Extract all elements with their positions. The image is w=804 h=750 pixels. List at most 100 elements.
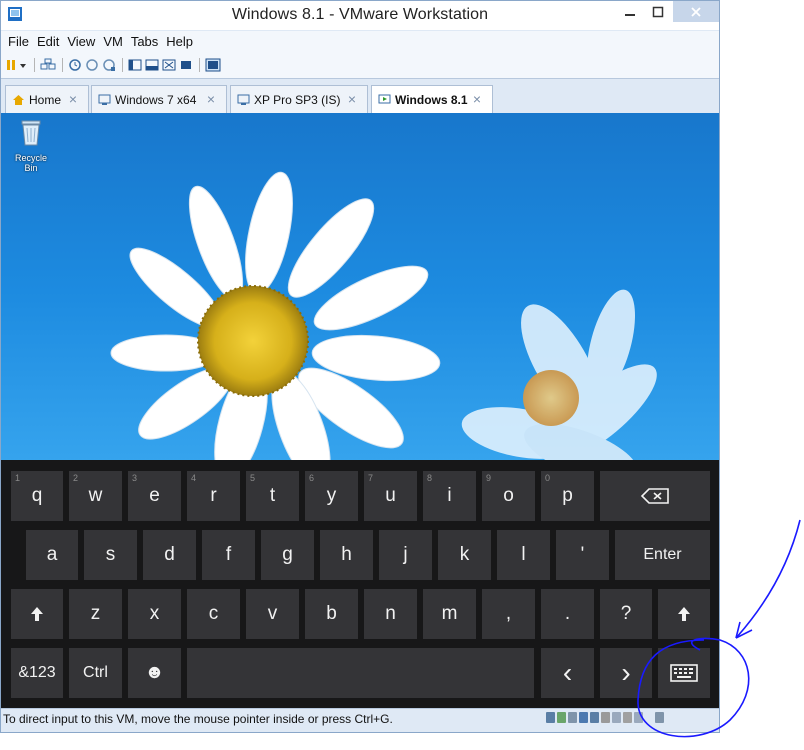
key-number-hint: 4	[191, 473, 197, 483]
enter-key[interactable]: Enter	[615, 530, 710, 580]
key-z[interactable]: z	[69, 589, 122, 639]
tab-label: Windows 8.1	[395, 92, 468, 107]
annotation-arrowhead	[735, 621, 753, 639]
menu-help[interactable]: Help	[166, 34, 193, 49]
tab-close-icon[interactable]: ×	[66, 92, 80, 106]
key-l[interactable]: l	[497, 530, 550, 580]
key-j[interactable]: j	[379, 530, 432, 580]
minimize-button[interactable]	[617, 1, 643, 22]
console-view-button[interactable]	[205, 56, 221, 74]
key-s[interactable]: s	[84, 530, 137, 580]
send-ctrl-alt-del-button[interactable]	[40, 56, 56, 74]
console-icon[interactable]	[655, 712, 664, 723]
keyboard-layout-key[interactable]	[658, 648, 710, 698]
recycle-bin[interactable]: Recycle Bin	[9, 117, 53, 173]
menu-tabs[interactable]: Tabs	[131, 34, 158, 49]
key-label: k	[459, 544, 470, 565]
key-p[interactable]: 0p	[541, 471, 594, 521]
key-b[interactable]: b	[305, 589, 358, 639]
key-number-hint: 0	[545, 473, 551, 483]
space-key[interactable]	[187, 648, 534, 698]
menu-file[interactable]: File	[8, 34, 29, 49]
key-period[interactable]: .	[541, 589, 594, 639]
key-label: Enter	[643, 546, 682, 563]
key-v[interactable]: v	[246, 589, 299, 639]
hard-disk-icon[interactable]	[546, 712, 555, 723]
key-number-hint: 7	[368, 473, 374, 483]
tab-windows-7-x64[interactable]: Windows 7 x64 ×	[91, 85, 227, 113]
usb-icon[interactable]	[590, 712, 599, 723]
thumbnail-bar-button[interactable]	[145, 56, 159, 74]
revert-snapshot-button[interactable]	[85, 56, 99, 74]
key-x[interactable]: x	[128, 589, 181, 639]
key-w[interactable]: 2w	[69, 471, 122, 521]
shift-arrow-icon	[678, 607, 690, 621]
key-g[interactable]: g	[261, 530, 314, 580]
snapshot-button[interactable]	[68, 56, 82, 74]
unity-button[interactable]	[179, 56, 193, 74]
show-library-button[interactable]	[128, 56, 142, 74]
menu-edit[interactable]: Edit	[37, 34, 59, 49]
key-a[interactable]: a	[26, 530, 78, 580]
key-label: y	[326, 485, 337, 506]
right-arrow-key[interactable]: ›	[600, 648, 652, 698]
tab-windows-8-1[interactable]: Windows 8.1 ×	[371, 85, 493, 113]
emoji-key[interactable]: ☻	[128, 648, 181, 698]
key-o[interactable]: 9o	[482, 471, 535, 521]
tab-home[interactable]: Home ×	[5, 85, 89, 113]
network-adapter-icon[interactable]	[579, 712, 588, 723]
menu-vm[interactable]: VM	[103, 34, 123, 49]
key-h[interactable]: h	[320, 530, 373, 580]
power-button[interactable]	[6, 56, 28, 74]
floppy-icon[interactable]	[568, 712, 577, 723]
key-label: z	[90, 603, 101, 624]
key-e[interactable]: 3e	[128, 471, 181, 521]
printer-icon[interactable]	[612, 712, 621, 723]
shift-right-key[interactable]	[658, 589, 710, 639]
key-number-hint: 3	[132, 473, 138, 483]
tab-xp-pro-sp3[interactable]: XP Pro SP3 (IS) ×	[230, 85, 368, 113]
menu-view[interactable]: View	[67, 34, 95, 49]
numbers-symbols-key[interactable]: &123	[11, 648, 63, 698]
snapshot-manager-button[interactable]	[102, 56, 116, 74]
message-log-icon[interactable]	[634, 712, 643, 723]
close-button[interactable]	[673, 1, 719, 22]
key-y[interactable]: 6y	[305, 471, 358, 521]
key-label: ,	[505, 603, 512, 624]
key-q[interactable]: 1q	[11, 471, 63, 521]
key-t[interactable]: 5t	[246, 471, 299, 521]
home-icon	[12, 93, 25, 106]
key-question[interactable]: ?	[600, 589, 652, 639]
full-screen-button[interactable]	[162, 56, 176, 74]
shift-left-key[interactable]	[11, 589, 63, 639]
key-i[interactable]: 8i	[423, 471, 476, 521]
key-k[interactable]: k	[438, 530, 491, 580]
key-label: x	[149, 603, 160, 624]
key-c[interactable]: c	[187, 589, 240, 639]
sound-icon[interactable]	[601, 712, 610, 723]
key-u[interactable]: 7u	[364, 471, 417, 521]
key-comma[interactable]: ,	[482, 589, 535, 639]
key-r[interactable]: 4r	[187, 471, 240, 521]
tab-close-icon[interactable]: ×	[345, 92, 359, 106]
key-d[interactable]: d	[143, 530, 196, 580]
backspace-key[interactable]	[600, 471, 710, 521]
recycle-bin-icon	[21, 120, 41, 146]
cd-dvd-icon[interactable]	[557, 712, 566, 723]
key-m[interactable]: m	[423, 589, 476, 639]
key-label: q	[31, 485, 43, 506]
tab-close-icon[interactable]: ×	[204, 92, 218, 106]
library-icon	[128, 59, 142, 70]
tab-close-icon[interactable]: ×	[470, 92, 484, 106]
left-arrow-icon: ‹	[562, 657, 573, 688]
left-arrow-key[interactable]: ‹	[541, 648, 594, 698]
key-n[interactable]: n	[364, 589, 417, 639]
vm-screen[interactable]: Recycle Bin 1q 2w 3e 4r 5t 6y 7u 8i 9o 0…	[1, 113, 719, 708]
key-f[interactable]: f	[202, 530, 255, 580]
key-apostrophe[interactable]: '	[556, 530, 609, 580]
toolbar	[1, 51, 719, 79]
status-message: To direct input to this VM, move the mou…	[3, 712, 393, 726]
display-icon[interactable]	[623, 712, 632, 723]
ctrl-key[interactable]: Ctrl	[69, 648, 122, 698]
maximize-button[interactable]	[645, 1, 671, 22]
